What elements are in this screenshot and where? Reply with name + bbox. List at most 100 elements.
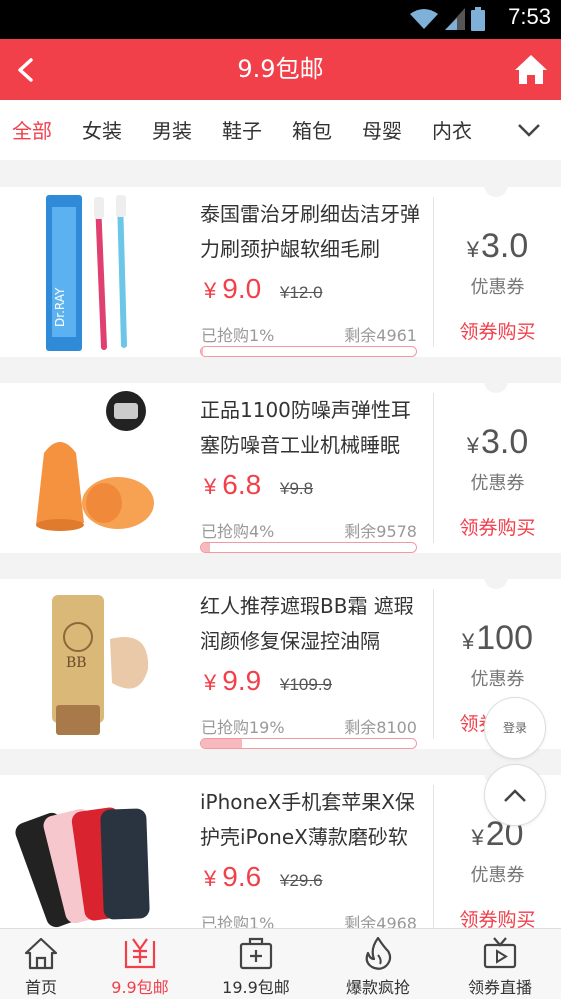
progress-bar (200, 346, 417, 357)
tab-baby[interactable]: 母婴 (362, 100, 402, 160)
chevron-down-icon[interactable] (517, 120, 541, 140)
progress-fill (201, 543, 210, 552)
coupon-label: 优惠券 (470, 669, 525, 690)
progress-bar (200, 542, 417, 553)
coupon-label: 优惠券 (470, 473, 525, 494)
price-value: 6.8 (222, 469, 262, 500)
nav-label: 9.9包邮 (111, 978, 169, 997)
product-price: ¥6.8 (204, 469, 261, 501)
product-image-phone-case (15, 807, 150, 928)
nav-9-9-free-shipping[interactable]: 9.9包邮 (84, 929, 196, 1000)
price-value: 9.0 (222, 273, 262, 304)
coupon-value: ¥3.0 (434, 423, 561, 462)
price-value: 9.6 (222, 861, 262, 892)
divider (0, 749, 561, 775)
original-price: ¥12.0 (280, 283, 323, 302)
original-price: ¥109.9 (280, 675, 332, 694)
price-currency: ¥ (204, 670, 217, 695)
progress-bar (200, 738, 417, 749)
medkit-icon (239, 937, 273, 970)
coupon-notch (484, 569, 508, 589)
nav-label: 19.9包邮 (222, 978, 290, 997)
price-currency: ¥ (204, 866, 217, 891)
coupon-value: ¥3.0 (434, 227, 561, 266)
product-card[interactable]: 正品1100防噪声弹性耳塞防噪音工业机械睡眠 ¥6.8 ¥9.8 已抢购4% 剩… (0, 373, 561, 553)
coupon-label: 优惠券 (470, 865, 525, 886)
product-price: ¥9.9 (204, 665, 261, 697)
tv-play-icon (483, 937, 517, 969)
header-bar: 9.9包邮 (0, 39, 561, 100)
wifi-icon (410, 9, 438, 29)
coupon-notch (484, 373, 508, 393)
coupon-amount: 3.0 (480, 423, 529, 461)
sold-percent: 已抢购19% (201, 718, 285, 737)
grab-coupon-button[interactable]: 领券购买 (434, 513, 561, 540)
product-name[interactable]: 泰国雷治牙刷细齿洁牙弹力刷颈护龈软细毛刷 (200, 197, 422, 267)
back-to-top-button[interactable] (484, 764, 546, 826)
product-name[interactable]: 正品1100防噪声弹性耳塞防噪音工业机械睡眠 (200, 393, 422, 463)
grab-coupon-button[interactable]: 领券购买 (434, 317, 561, 344)
tab-women[interactable]: 女装 (82, 100, 122, 160)
product-image-toothbrush: Dr.RAY (46, 195, 127, 351)
status-icons (409, 7, 485, 31)
chevron-up-icon (504, 789, 526, 802)
product-card[interactable]: Dr.RAY 泰国雷治牙刷细齿洁牙弹力刷颈护龈软细毛刷 ¥9.0 ¥12.0 已… (0, 177, 561, 357)
tab-shoes[interactable]: 鞋子 (222, 100, 262, 160)
coupon-amount: 3.0 (480, 227, 529, 265)
login-float-button[interactable]: 登录 (484, 697, 546, 759)
status-time: 7:53 (508, 4, 551, 29)
nav-hot-deals[interactable]: 爆款疯抢 (322, 929, 434, 1000)
tab-all[interactable]: 全部 (12, 100, 52, 160)
price-value: 9.9 (222, 665, 262, 696)
page-title: 9.9包邮 (237, 55, 324, 83)
tab-men[interactable]: 男装 (152, 100, 192, 160)
coupon-value: ¥100 (434, 619, 561, 658)
battery-icon (471, 7, 485, 31)
product-price: ¥9.6 (204, 861, 261, 893)
nav-19-9-free-shipping[interactable]: 19.9包邮 (200, 929, 312, 1000)
sold-percent: 已抢购4% (201, 522, 275, 541)
product-card[interactable]: iPhoneX手机套苹果X保护壳iPoneX薄款磨砂软 ¥9.6 ¥29.6 已… (0, 765, 561, 945)
yen-icon (124, 938, 156, 969)
nav-coupon-live[interactable]: 领券直播 (444, 929, 556, 1000)
product-price: ¥9.0 (204, 273, 261, 305)
svg-text:Dr.RAY: Dr.RAY (53, 287, 67, 327)
nav-label: 爆款疯抢 (345, 978, 410, 997)
price-currency: ¥ (204, 474, 217, 499)
signal-icon (445, 8, 465, 30)
coupon-currency: ¥ (466, 237, 479, 262)
nav-label: 首页 (24, 978, 57, 997)
progress-fill (201, 347, 204, 356)
nav-label: 领券直播 (467, 978, 532, 997)
flame-icon (365, 936, 392, 970)
coupon-notch (484, 177, 508, 197)
home-icon[interactable] (513, 53, 549, 85)
remaining-count: 剩余4961 (344, 326, 417, 345)
coupon-currency: ¥ (466, 433, 479, 458)
remaining-count: 剩余9578 (344, 522, 417, 541)
divider (0, 160, 561, 187)
category-tabs: 全部 女装 男装 鞋子 箱包 母婴 内衣 (0, 100, 561, 160)
home-icon (24, 937, 58, 970)
divider (0, 553, 561, 579)
svg-text:BB: BB (66, 655, 87, 671)
tab-bags[interactable]: 箱包 (292, 100, 332, 160)
product-image-bb-cream: BB (52, 595, 149, 735)
remaining-count: 剩余8100 (344, 718, 417, 737)
tab-underwear[interactable]: 内衣 (432, 100, 472, 160)
product-name[interactable]: iPhoneX手机套苹果X保护壳iPoneX薄款磨砂软 (200, 785, 422, 855)
original-price: ¥29.6 (280, 871, 323, 890)
bottom-nav: 首页 9.9包邮 19.9包邮 爆款疯抢 领券直播 (0, 928, 561, 999)
status-bar: 7:53 (0, 0, 561, 39)
product-name[interactable]: 红人推荐遮瑕BB霜 遮瑕润颜修复保湿控油隔 (200, 589, 422, 659)
product-image-earplugs (36, 391, 154, 531)
price-currency: ¥ (204, 278, 217, 303)
coupon-currency: ¥ (471, 825, 484, 850)
product-card[interactable]: BB 红人推荐遮瑕BB霜 遮瑕润颜修复保湿控油隔 ¥9.9 ¥109.9 已抢购… (0, 569, 561, 749)
divider (0, 357, 561, 383)
coupon-currency: ¥ (462, 629, 475, 654)
sold-percent: 已抢购1% (201, 326, 275, 345)
coupon-amount: 100 (476, 619, 533, 657)
nav-home[interactable]: 首页 (0, 929, 97, 1000)
original-price: ¥9.8 (280, 479, 314, 498)
